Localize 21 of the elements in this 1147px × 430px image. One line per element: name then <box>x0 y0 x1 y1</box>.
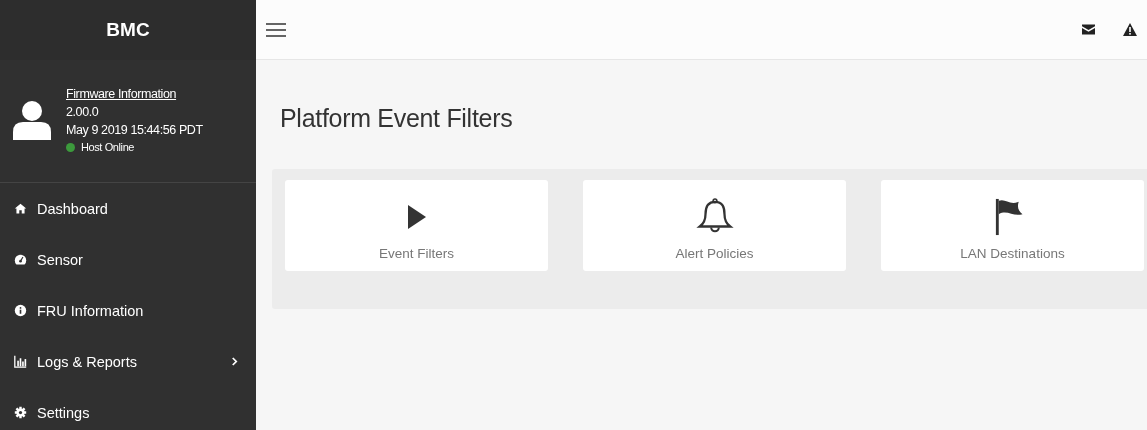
firmware-version: 2.00.0 <box>66 105 99 119</box>
gauge-icon <box>14 253 27 266</box>
info-icon <box>14 304 27 317</box>
sidebar-item[interactable]: FRU Information <box>0 285 256 336</box>
sidebar-item[interactable]: Logs & Reports <box>0 336 256 387</box>
sidebar-item[interactable]: Settings <box>0 387 256 430</box>
sidebar-item[interactable]: Sensor <box>0 234 256 285</box>
bar-chart-icon <box>14 355 27 368</box>
settings-icon <box>14 406 27 419</box>
alert-button[interactable] <box>1121 21 1139 38</box>
page-title: Platform Event Filters <box>280 104 514 133</box>
sidebar-item[interactable]: Dashboard <box>0 183 256 234</box>
tile-card[interactable]: LAN Destinations <box>881 180 1144 271</box>
messages-button[interactable] <box>1080 22 1097 37</box>
home-icon <box>14 202 27 215</box>
tile-card[interactable]: Event Filters <box>285 180 548 271</box>
user-avatar-icon <box>12 100 52 140</box>
firmware-information-link[interactable]: Firmware Information <box>66 87 177 101</box>
host-status: Host Online <box>81 141 135 153</box>
tile-card[interactable]: Alert Policies <box>583 180 846 271</box>
build-date: May 9 2019 15:44:56 PDT <box>66 123 203 137</box>
